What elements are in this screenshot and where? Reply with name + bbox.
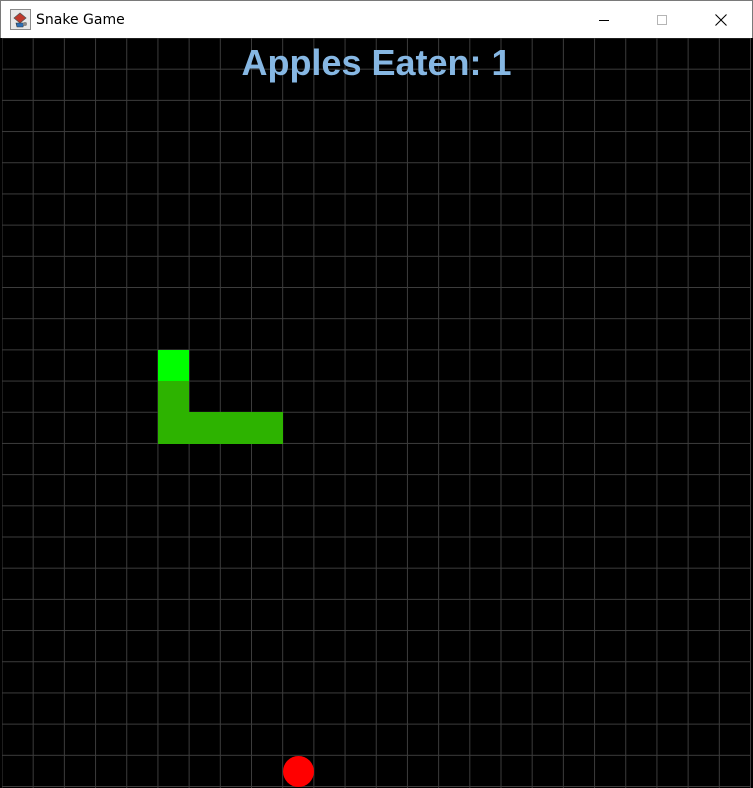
apple	[282, 756, 314, 788]
game-window: Snake Game Apples Eaten: 1	[0, 0, 753, 788]
apples-eaten-score: Apples Eaten: 1	[241, 42, 512, 83]
close-icon	[715, 13, 727, 26]
snake-body-segment	[157, 412, 190, 445]
maximize-icon	[657, 14, 667, 25]
maximize-button[interactable]	[639, 1, 685, 38]
title-bar[interactable]: Snake Game	[0, 0, 753, 38]
snake-body-segment	[251, 412, 284, 445]
window-title: Snake Game	[36, 12, 125, 28]
java-cup-icon	[10, 9, 31, 30]
game-board[interactable]: Apples Eaten: 1	[2, 38, 751, 788]
snake-body-segment	[157, 381, 190, 413]
snake-body-segment	[188, 412, 221, 445]
close-button[interactable]	[698, 1, 744, 38]
minimize-icon	[599, 19, 609, 21]
snake-body-segment	[220, 412, 252, 445]
snake-head	[157, 350, 190, 382]
minimize-button[interactable]	[581, 1, 627, 38]
